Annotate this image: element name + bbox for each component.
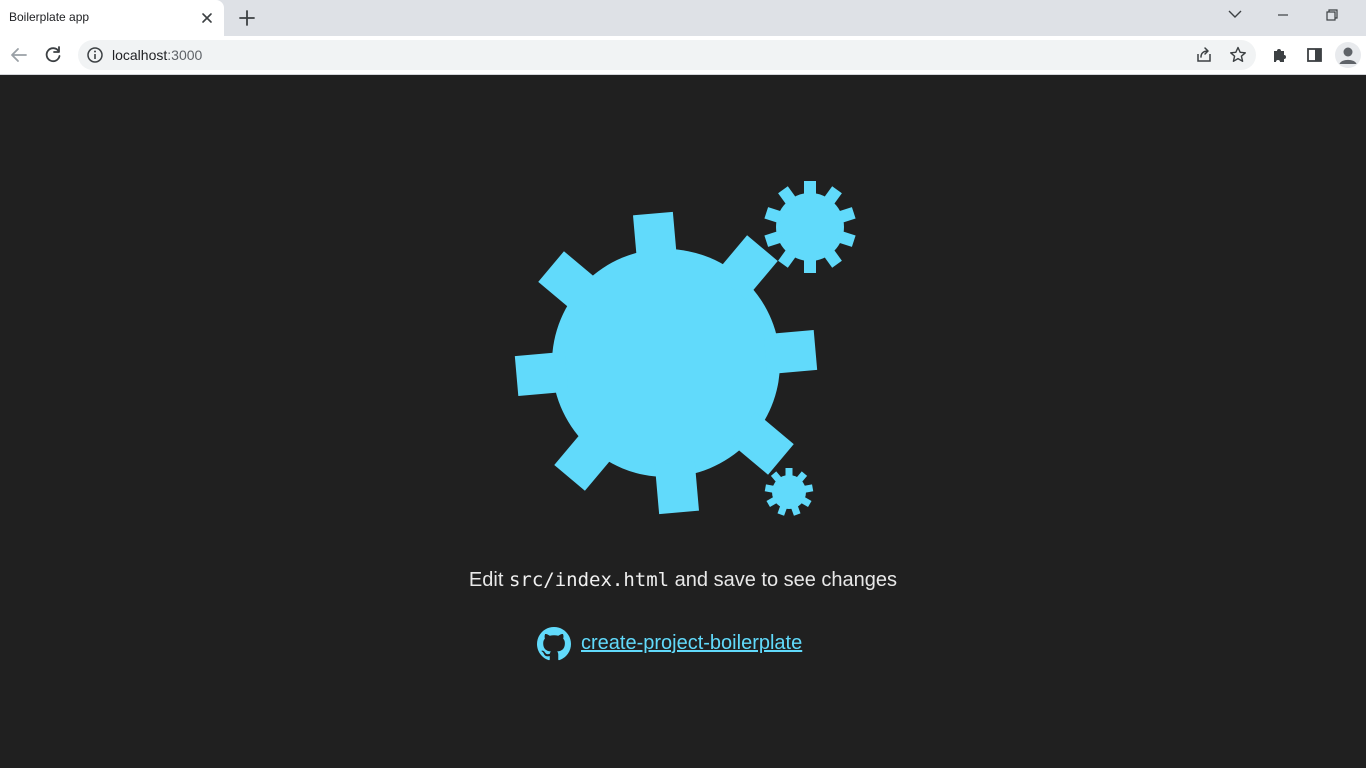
share-icon[interactable] bbox=[1194, 45, 1214, 65]
puzzle-icon[interactable] bbox=[1266, 41, 1294, 69]
page-viewport: Edit src/index.html and save to see chan… bbox=[0, 75, 1366, 768]
address-bar[interactable]: localhost:3000 bbox=[78, 40, 1256, 70]
tab-title: Boilerplate app bbox=[9, 10, 90, 24]
edit-file-path: src/index.html bbox=[508, 569, 670, 591]
minimize-icon[interactable] bbox=[1260, 0, 1306, 30]
star-icon[interactable] bbox=[1228, 45, 1248, 65]
reload-icon[interactable] bbox=[39, 41, 67, 69]
github-icon[interactable] bbox=[537, 627, 571, 661]
arrow-left-icon[interactable] bbox=[5, 41, 33, 69]
chevron-down-icon[interactable] bbox=[1212, 0, 1258, 30]
browser-window: Boilerplate app localhost:3000 Edit src/… bbox=[0, 0, 1366, 768]
tab-strip: Boilerplate app bbox=[0, 0, 1366, 36]
edit-prefix: Edit bbox=[468, 569, 509, 591]
plus-icon[interactable] bbox=[236, 7, 258, 29]
gears-logo bbox=[514, 181, 856, 516]
large-gear bbox=[514, 211, 818, 515]
restore-icon[interactable] bbox=[1309, 0, 1355, 30]
url-text[interactable]: localhost:3000 bbox=[112, 47, 202, 63]
url-host: localhost bbox=[112, 47, 168, 63]
close-icon[interactable] bbox=[197, 8, 217, 28]
repo-link[interactable]: create-project-boilerplate bbox=[581, 632, 802, 655]
tab-boilerplate-app[interactable]: Boilerplate app bbox=[0, 0, 224, 36]
small-gear-bottom bbox=[764, 468, 814, 516]
edit-instructions: Edit src/index.html and save to see chan… bbox=[0, 569, 1366, 592]
profile-icon[interactable] bbox=[1335, 42, 1361, 68]
url-port: :3000 bbox=[167, 47, 203, 63]
info-icon[interactable] bbox=[86, 46, 104, 64]
edit-suffix: and save to see changes bbox=[669, 569, 898, 591]
small-gear-top bbox=[764, 181, 856, 273]
browser-toolbar: localhost:3000 bbox=[0, 36, 1366, 75]
side-panel-icon[interactable] bbox=[1300, 41, 1328, 69]
